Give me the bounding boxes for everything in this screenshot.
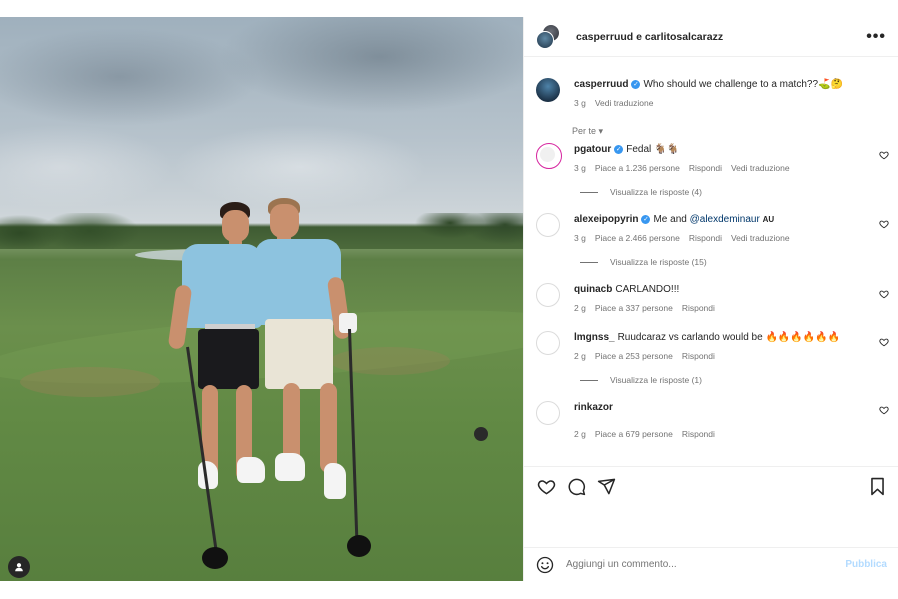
tagged-users-button[interactable] bbox=[8, 556, 30, 578]
comment-time: 3 g bbox=[574, 163, 586, 173]
sort-selector[interactable]: Per te ▾ bbox=[524, 110, 898, 137]
publish-button[interactable]: Pubblica bbox=[845, 559, 887, 570]
comment-input[interactable] bbox=[566, 559, 846, 570]
comment-username[interactable]: alexeipopyrin bbox=[574, 214, 638, 225]
save-button[interactable] bbox=[867, 477, 887, 497]
comment-suffix: AU bbox=[762, 215, 775, 224]
post-authors[interactable]: casperruud e carlitosalcarazz bbox=[576, 31, 866, 43]
avatar[interactable] bbox=[536, 143, 562, 169]
comment-icon bbox=[568, 478, 585, 496]
comment-heart-icon[interactable] bbox=[879, 219, 889, 229]
comment-likes[interactable]: Piace a 253 persone bbox=[595, 349, 673, 363]
comment-username[interactable]: rinkazor bbox=[574, 402, 613, 413]
more-options-button[interactable]: ••• bbox=[866, 28, 886, 46]
reply-button[interactable]: Rispondi bbox=[689, 161, 722, 175]
view-replies-button[interactable]: Visualizza le risposte (15) bbox=[524, 245, 898, 269]
golf-ball-marker bbox=[474, 427, 488, 441]
sky bbox=[0, 17, 523, 237]
golf-club-head bbox=[202, 547, 228, 569]
comment-item: rinkazor 2 g Piace a 679 persone Rispond… bbox=[524, 387, 898, 441]
emoji-icon[interactable] bbox=[536, 556, 554, 574]
action-bar bbox=[524, 466, 898, 506]
avatar[interactable] bbox=[536, 23, 564, 50]
view-replies-button[interactable]: Visualizza le risposte (4) bbox=[524, 175, 898, 199]
comments-list[interactable]: casperruud ✓ Who should we challenge to a … bbox=[524, 58, 898, 466]
heart-icon bbox=[537, 480, 555, 495]
comment-time: 2 g bbox=[574, 429, 586, 439]
avatar[interactable] bbox=[536, 331, 560, 355]
reply-button[interactable]: Rispondi bbox=[682, 301, 715, 315]
comment-username[interactable]: pgatour bbox=[574, 144, 611, 155]
golf-club-head bbox=[347, 535, 371, 557]
verified-badge-icon: ✓ bbox=[631, 79, 641, 89]
view-replies-label: Visualizza le risposte (1) bbox=[610, 375, 702, 385]
comment-likes[interactable]: Piace a 2.466 persone bbox=[595, 231, 680, 245]
comment-heart-icon[interactable] bbox=[879, 337, 889, 347]
view-replies-label: Visualizza le risposte (4) bbox=[610, 187, 702, 197]
translate-link[interactable]: Vedi traduzione bbox=[731, 231, 790, 245]
comment-item: quinacb CARLANDO!!! 2 g Piace a 337 perso… bbox=[524, 269, 898, 315]
comment-username[interactable]: quinacb bbox=[574, 284, 612, 295]
mention-link[interactable]: @alexdeminaur bbox=[690, 214, 760, 225]
caption-username[interactable]: casperruud bbox=[574, 79, 628, 90]
comment-time: 3 g bbox=[574, 233, 586, 243]
comment-likes[interactable]: Piace a 679 persone bbox=[595, 427, 673, 441]
comment-heart-icon[interactable] bbox=[879, 405, 889, 415]
comment-time: 2 g bbox=[574, 351, 586, 361]
reply-button[interactable]: Rispondi bbox=[682, 427, 715, 441]
comment-time: 2 g bbox=[574, 303, 586, 313]
comment-text: Fedal 🐐🐐 bbox=[626, 144, 679, 155]
comment-likes[interactable]: Piace a 337 persone bbox=[595, 301, 673, 315]
avatar[interactable] bbox=[536, 401, 560, 425]
comment-text: Me and bbox=[653, 214, 690, 225]
comment-item: pgatour ✓ Fedal 🐐🐐 3 g Piace a 1.236 perso… bbox=[524, 137, 898, 175]
comment-text: Ruudcaraz vs carlando would be 🔥🔥🔥🔥🔥🔥 bbox=[617, 332, 841, 343]
avatar[interactable] bbox=[536, 283, 560, 307]
user-icon bbox=[15, 563, 23, 572]
send-icon bbox=[597, 478, 615, 495]
reply-button[interactable]: Rispondi bbox=[689, 231, 722, 245]
post-caption: casperruud ✓ Who should we challenge to a … bbox=[524, 58, 898, 110]
verified-badge-icon: ✓ bbox=[641, 214, 651, 224]
avatar[interactable] bbox=[536, 78, 560, 102]
comment-item: alexeipopyrin ✓ Me and @alexdeminaur AU 3 … bbox=[524, 199, 898, 245]
comment-button[interactable] bbox=[566, 477, 586, 497]
comment-item: lmgnss_ Ruudcaraz vs carlando would be 🔥🔥… bbox=[524, 315, 898, 363]
post-photo[interactable] bbox=[0, 17, 523, 581]
comment-username[interactable]: lmgnss_ bbox=[574, 332, 615, 343]
comment-text: CARLANDO!!! bbox=[615, 284, 680, 295]
caption-time: 3 g bbox=[574, 98, 586, 108]
ground-patch bbox=[20, 367, 160, 397]
share-button[interactable] bbox=[596, 477, 616, 497]
bookmark-icon bbox=[870, 477, 884, 496]
comment-likes[interactable]: Piace a 1.236 persone bbox=[595, 161, 680, 175]
translate-link[interactable]: Vedi traduzione bbox=[595, 96, 654, 110]
post-sidebar: casperruud e carlitosalcarazz ••• casper… bbox=[523, 17, 898, 581]
caption-text: Who should we challenge to a match??⛳🤔 bbox=[643, 79, 843, 90]
avatar[interactable] bbox=[536, 213, 560, 237]
translate-link[interactable]: Vedi traduzione bbox=[731, 161, 790, 175]
comment-composer: Pubblica bbox=[524, 547, 898, 581]
post-header: casperruud e carlitosalcarazz ••• bbox=[524, 17, 898, 57]
verified-badge-icon: ✓ bbox=[614, 144, 624, 154]
view-replies-button[interactable]: Visualizza le risposte (1) bbox=[524, 363, 898, 387]
comment-heart-icon[interactable] bbox=[879, 289, 889, 299]
view-replies-label: Visualizza le risposte (15) bbox=[610, 257, 707, 267]
comment-heart-icon[interactable] bbox=[879, 150, 889, 160]
reply-button[interactable]: Rispondi bbox=[682, 349, 715, 363]
like-button[interactable] bbox=[536, 477, 556, 497]
